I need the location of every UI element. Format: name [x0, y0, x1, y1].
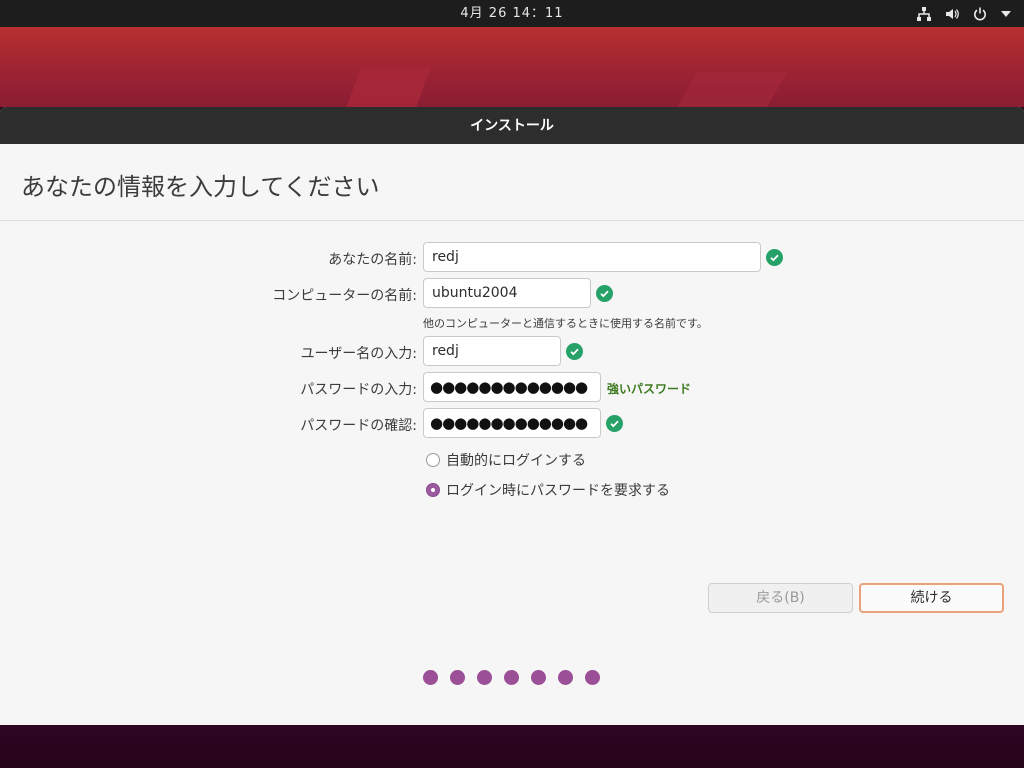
username-valid-check-icon	[566, 343, 583, 360]
password-strength: 強いパスワード	[607, 382, 692, 396]
desktop-wallpaper	[0, 27, 1024, 107]
computer-name-hint: 他のコンピューターと通信するときに使用する名前です。	[423, 317, 708, 330]
computer-name-valid-check-icon	[596, 285, 613, 302]
wallpaper-shape	[339, 67, 431, 107]
network-icon[interactable]	[916, 6, 932, 22]
confirm-password-input[interactable]: ●●●●●●●●●●●●●	[423, 408, 601, 438]
username-label: ユーザー名の入力:	[300, 346, 417, 362]
confirm-password-label: パスワードの確認:	[300, 418, 417, 434]
computer-name-label: コンピューターの名前:	[272, 288, 417, 304]
progress-dot	[450, 670, 465, 685]
require-password-radio[interactable]	[426, 483, 440, 497]
require-password-option[interactable]: ログイン時にパスワードを要求する	[426, 480, 670, 500]
auto-login-option[interactable]: 自動的にログインする	[426, 450, 586, 470]
power-icon[interactable]	[972, 6, 988, 22]
auto-login-label[interactable]: 自動的にログインする	[446, 450, 586, 470]
volume-icon[interactable]	[944, 6, 960, 22]
name-valid-check-icon	[766, 249, 783, 266]
window-title[interactable]: インストール	[0, 107, 1024, 144]
back-button[interactable]: 戻る(B)	[708, 583, 853, 613]
require-password-label[interactable]: ログイン時にパスワードを要求する	[446, 480, 670, 500]
chevron-down-icon[interactable]	[1000, 8, 1012, 20]
progress-dot	[477, 670, 492, 685]
confirm-valid-check-icon	[606, 415, 623, 432]
top-bar: 4月 26 14：11	[0, 0, 1024, 27]
page-title: あなたの情報を入力してください	[21, 173, 380, 201]
username-input[interactable]: redj	[423, 336, 561, 366]
progress-dot	[585, 670, 600, 685]
progress-dot	[423, 670, 438, 685]
auto-login-radio[interactable]	[426, 453, 440, 467]
progress-dot	[558, 670, 573, 685]
password-label: パスワードの入力:	[300, 382, 417, 398]
continue-button[interactable]: 続ける	[859, 583, 1004, 613]
wallpaper-shape	[662, 72, 788, 107]
progress-dot	[531, 670, 546, 685]
system-tray[interactable]	[916, 0, 1012, 27]
progress-dot	[504, 670, 519, 685]
name-input[interactable]: redj	[423, 242, 761, 272]
divider	[0, 220, 1024, 221]
clock[interactable]: 4月 26 14：11	[0, 0, 1024, 27]
installer-window: インストール あなたの情報を入力してください あなたの名前: redj コンピュ…	[0, 107, 1024, 725]
name-label: あなたの名前:	[328, 252, 417, 268]
desktop-wallpaper-bottom	[0, 725, 1024, 768]
password-input[interactable]: ●●●●●●●●●●●●●	[423, 372, 601, 402]
computer-name-input[interactable]: ubuntu2004	[423, 278, 591, 308]
progress-indicator	[423, 670, 600, 685]
